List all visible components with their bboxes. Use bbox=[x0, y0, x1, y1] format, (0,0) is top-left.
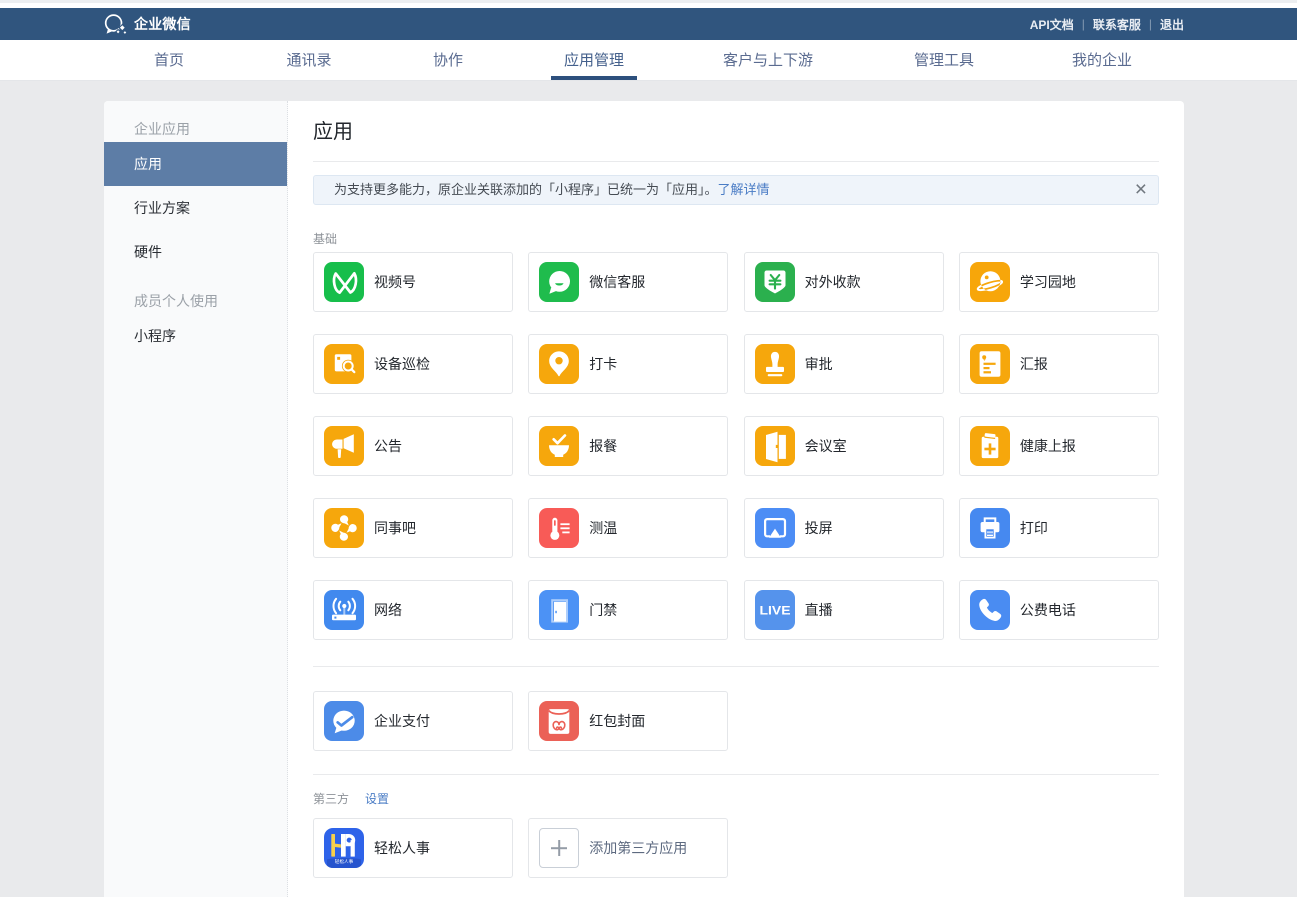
svg-text:LIVE: LIVE bbox=[759, 604, 790, 618]
svg-text:轻松人事: 轻松人事 bbox=[335, 858, 354, 865]
